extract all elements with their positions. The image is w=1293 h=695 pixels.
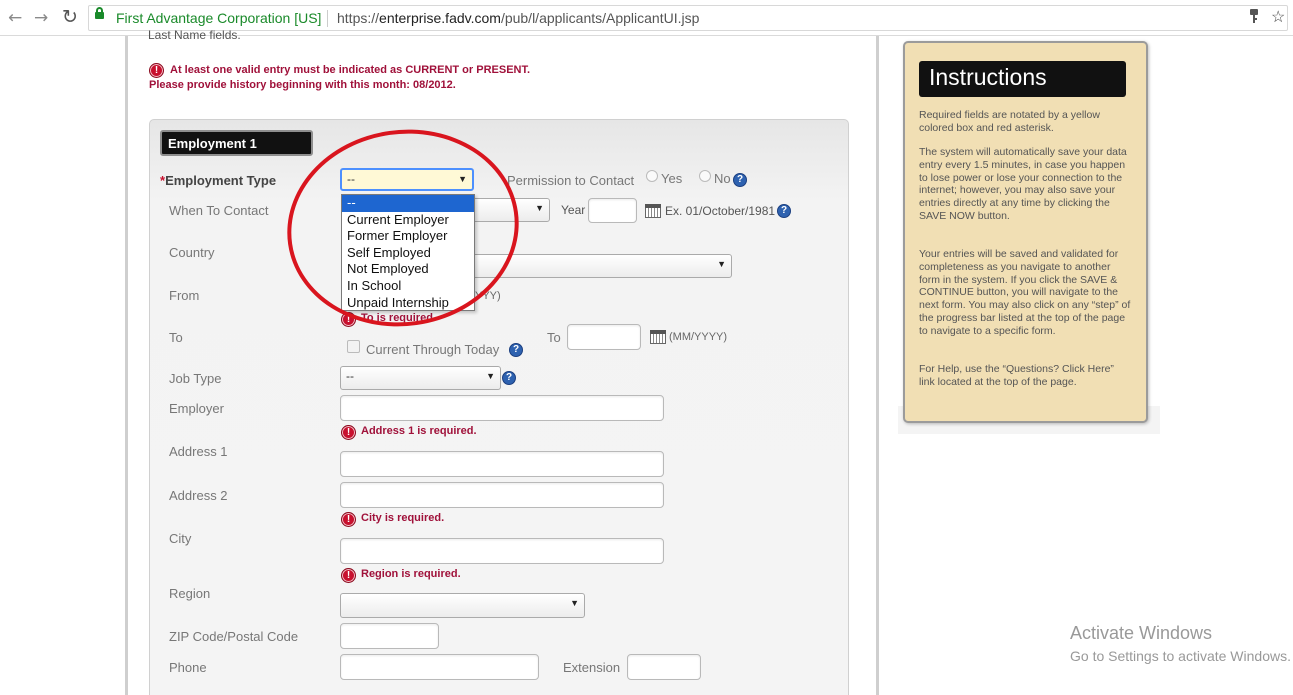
permission-no-radio[interactable]	[699, 170, 711, 182]
instructions-paragraph-4: For Help, use the “Questions? Click Here…	[919, 363, 1114, 388]
region-label: Region	[169, 586, 211, 601]
employment-type-label-text: Employment Type	[165, 173, 277, 188]
instructions-paragraph-2: The system will automatically save your …	[919, 146, 1127, 222]
date-example: Ex. 01/October/1981	[665, 204, 776, 218]
help-icon[interactable]: ?	[502, 371, 516, 385]
address-bar[interactable]: First Advantage Corporation [US] https:/…	[88, 5, 1288, 31]
url-host: enterprise.fadv.com	[379, 10, 501, 26]
from-label: From	[169, 288, 200, 303]
bookmark-star-icon[interactable]: ☆	[1271, 7, 1285, 27]
chevron-down-icon: ▼	[486, 371, 495, 381]
warning-icon: !	[149, 63, 164, 78]
extension-label: Extension	[563, 660, 621, 675]
zip-label: ZIP Code/Postal Code	[169, 629, 299, 644]
employer-label: Employer	[169, 401, 224, 416]
current-through-today-label: Current Through Today	[366, 342, 500, 357]
site-identity: First Advantage Corporation [US]	[116, 10, 322, 26]
city-label: City	[169, 531, 192, 546]
error-icon: !	[341, 568, 356, 583]
permission-label: Permission to Contact	[507, 173, 635, 188]
phone-input[interactable]	[340, 654, 539, 680]
region-error: Region is required.	[361, 568, 461, 580]
section-title: Employment 1	[160, 130, 313, 156]
help-icon[interactable]: ?	[733, 173, 747, 187]
back-icon[interactable]: ←	[8, 8, 22, 28]
activate-windows-subtitle: Go to Settings to activate Windows.	[1070, 648, 1291, 664]
current-through-today-checkbox[interactable]	[347, 340, 360, 353]
address1-label: Address 1	[169, 444, 228, 459]
content-border-left	[125, 36, 128, 695]
lock-icon	[95, 7, 104, 19]
address2-label: Address 2	[169, 488, 228, 503]
phone-label: Phone	[169, 660, 207, 675]
job-type-label: Job Type	[169, 371, 222, 386]
zip-input[interactable]	[340, 623, 439, 649]
city-input[interactable]	[340, 538, 664, 564]
key-icon[interactable]	[1249, 8, 1259, 27]
instructions-title: Instructions	[919, 61, 1126, 97]
city-error: City is required.	[361, 512, 445, 524]
when-to-contact-label: When To Contact	[169, 203, 269, 218]
calendar-icon[interactable]	[645, 204, 661, 218]
help-icon[interactable]: ?	[509, 343, 523, 357]
job-type-value: --	[346, 369, 354, 383]
chevron-down-icon: ▼	[570, 598, 579, 608]
url-text: https://enterprise.fadv.com/pub/l/applic…	[337, 10, 699, 26]
permission-yes-radio[interactable]	[646, 170, 658, 182]
address1-input[interactable]	[340, 451, 664, 477]
address2-input[interactable]	[340, 482, 664, 508]
employment-type-label: *Employment Type	[160, 173, 276, 188]
to-date-label: To	[547, 330, 561, 345]
chevron-down-icon: ▼	[535, 203, 544, 213]
url-scheme: https://	[337, 10, 380, 26]
year-label: Year	[561, 203, 586, 217]
address-divider	[327, 10, 328, 27]
country-label: Country	[169, 245, 215, 260]
to-label: To	[169, 330, 183, 345]
calendar-icon[interactable]	[650, 330, 666, 344]
chevron-down-icon: ▼	[717, 259, 726, 269]
clipped-text: Last Name fields.	[148, 28, 241, 42]
warning-message-1: At least one valid entry must be indicat…	[170, 64, 531, 76]
activate-windows-title: Activate Windows	[1070, 623, 1213, 643]
instructions-paragraph-1: Required fields are notated by a yellow …	[919, 109, 1100, 134]
to-date-input[interactable]	[567, 324, 641, 350]
extension-input[interactable]	[627, 654, 701, 680]
permission-yes-label: Yes	[661, 171, 683, 186]
job-type-select[interactable]: -- ▼	[340, 366, 501, 390]
permission-no-label: No	[714, 171, 731, 186]
content-border-right	[876, 36, 879, 695]
employer-input[interactable]	[340, 395, 664, 421]
to-date-format: (MM/YYYY)	[669, 331, 728, 343]
error-icon: !	[341, 512, 356, 527]
url-path: /pub/l/applicants/ApplicantUI.jsp	[500, 10, 700, 26]
reload-icon[interactable]: ↻	[62, 7, 78, 27]
help-icon[interactable]: ?	[777, 204, 791, 218]
warning-message-2: Please provide history beginning with th…	[149, 79, 456, 91]
region-select[interactable]: ▼	[340, 593, 585, 618]
forward-icon[interactable]: →	[34, 8, 48, 28]
year-input[interactable]	[588, 198, 637, 223]
address1-error: Address 1 is required.	[361, 425, 477, 437]
instructions-paragraph-3: Your entries will be saved and validated…	[919, 248, 1131, 337]
error-icon: !	[341, 425, 356, 440]
